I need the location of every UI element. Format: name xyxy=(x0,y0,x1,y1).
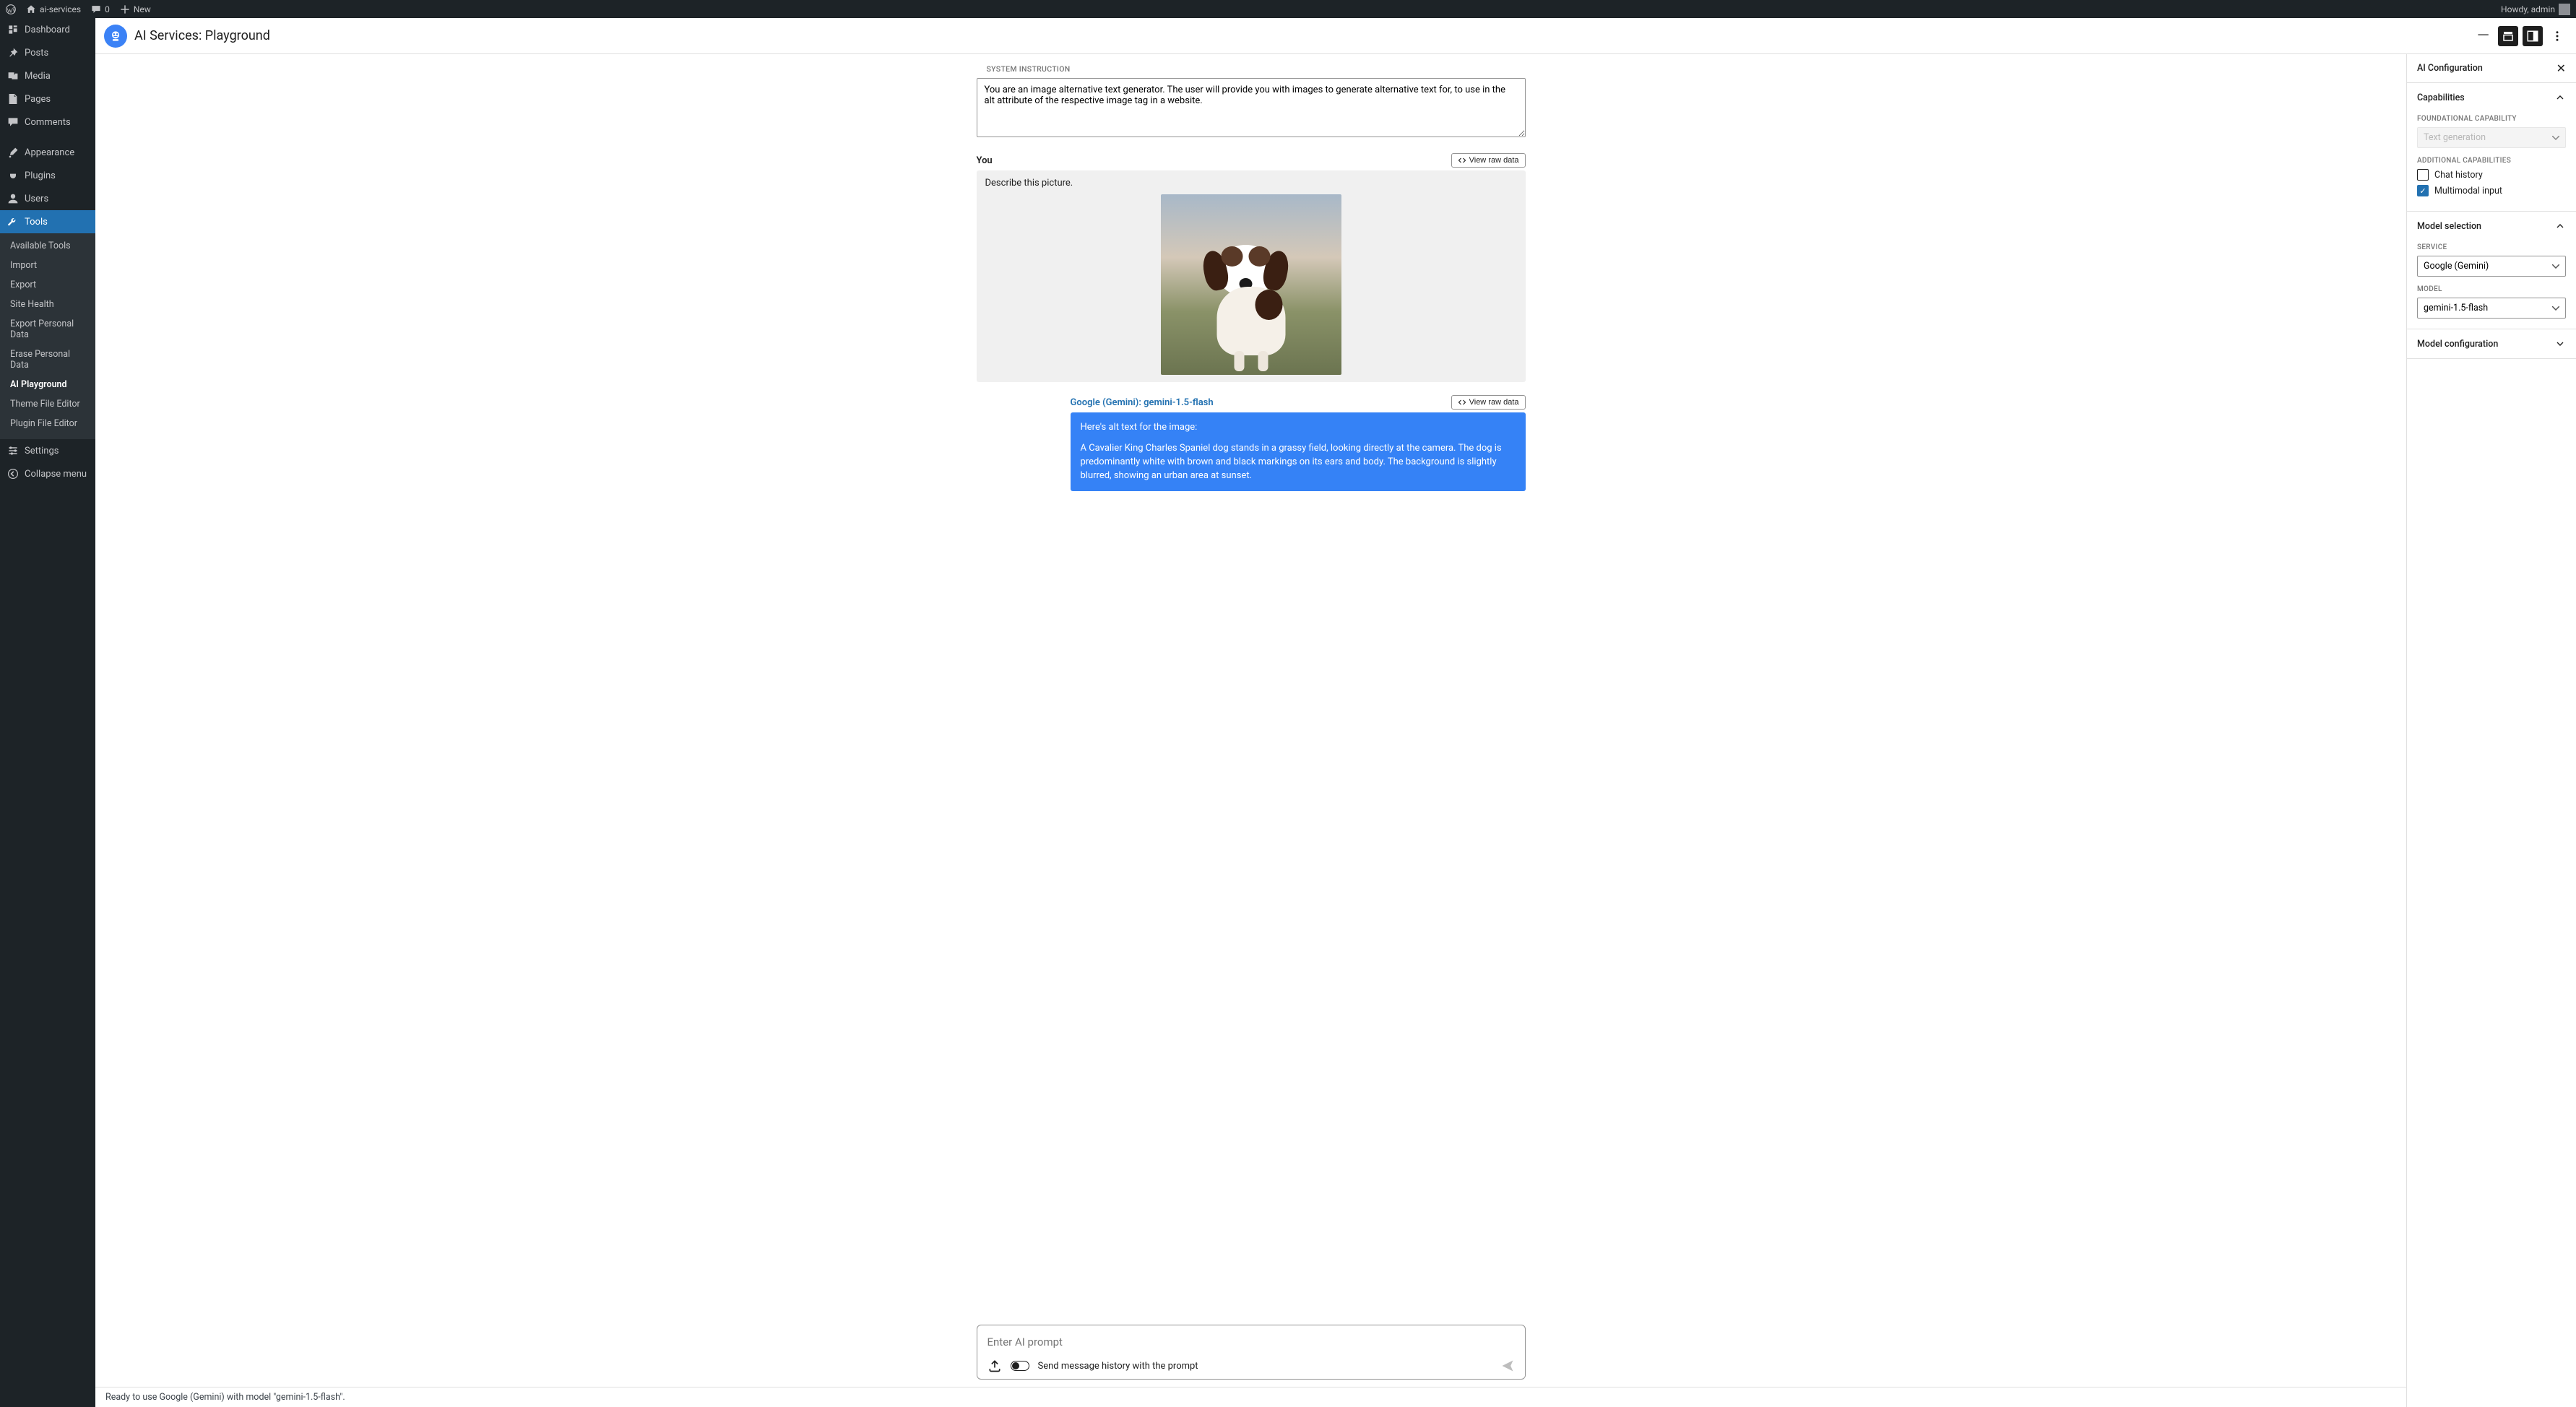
foundational-select: Text generation xyxy=(2417,127,2566,148)
account-link[interactable]: Howdy, admin xyxy=(2501,4,2570,15)
chat-history-checkbox[interactable] xyxy=(2417,169,2429,181)
multimodal-label: Multimodal input xyxy=(2434,186,2502,196)
model-para-2: A Cavalier King Charles Spaniel dog stan… xyxy=(1081,442,1516,483)
ai-services-logo-icon xyxy=(104,25,127,48)
system-instruction-label: SYSTEM INSTRUCTION xyxy=(987,64,1526,74)
minimize-button[interactable]: — xyxy=(2473,27,2494,45)
admin-sidebar: DashboardPostsMediaPagesComments Appearan… xyxy=(0,18,95,1407)
multimodal-checkbox[interactable] xyxy=(2417,185,2429,196)
wrench-icon xyxy=(7,216,19,228)
dash-icon xyxy=(7,24,19,35)
menu-tools[interactable]: Tools xyxy=(0,210,95,233)
menu-plugins[interactable]: Plugins xyxy=(0,164,95,187)
menu-users[interactable]: Users xyxy=(0,187,95,210)
avatar-icon xyxy=(2559,4,2570,15)
menu-collapse-menu[interactable]: Collapse menu xyxy=(0,462,95,485)
menu-posts[interactable]: Posts xyxy=(0,41,95,64)
submenu-theme-file-editor[interactable]: Theme File Editor xyxy=(0,394,95,414)
submenu-export[interactable]: Export xyxy=(0,275,95,295)
new-link[interactable]: New xyxy=(120,4,151,14)
view-raw-user-button[interactable]: View raw data xyxy=(1451,153,1526,168)
system-instruction-input[interactable] xyxy=(977,78,1526,137)
user-author: You xyxy=(977,155,993,166)
collapse-icon xyxy=(7,468,19,480)
service-label: SERVICE xyxy=(2417,243,2566,251)
submenu-erase-personal-data[interactable]: Erase Personal Data xyxy=(0,345,95,375)
config-panel: AI Configuration ✕ Capabilities FOUNDATI… xyxy=(2407,54,2576,1407)
media-icon xyxy=(7,70,19,82)
brush-icon xyxy=(7,147,19,158)
status-bar: Ready to use Google (Gemini) with model … xyxy=(95,1387,2406,1407)
submenu-export-personal-data[interactable]: Export Personal Data xyxy=(0,314,95,345)
config-panel-toggle[interactable] xyxy=(2523,26,2543,46)
history-toggle-label: Send message history with the prompt xyxy=(1038,1361,1492,1372)
send-button[interactable] xyxy=(1500,1359,1515,1373)
upload-button[interactable] xyxy=(987,1359,1002,1373)
tools-submenu: Available ToolsImportExportSite HealthEx… xyxy=(0,233,95,439)
prompt-input[interactable] xyxy=(987,1333,1515,1359)
user-message-text: Describe this picture. xyxy=(985,178,1517,189)
user-message: Describe this picture. xyxy=(977,170,1526,382)
config-panel-title: AI Configuration xyxy=(2417,63,2483,74)
capabilities-section-toggle[interactable]: Capabilities xyxy=(2407,83,2576,112)
menu-pages[interactable]: Pages xyxy=(0,87,95,111)
submenu-ai-playground[interactable]: AI Playground xyxy=(0,375,95,394)
more-menu-button[interactable] xyxy=(2547,26,2567,46)
page-icon xyxy=(7,93,19,105)
site-link[interactable]: ai-services xyxy=(26,4,81,14)
model-selection-toggle[interactable]: Model selection xyxy=(2407,212,2576,241)
service-select[interactable]: Google (Gemini) xyxy=(2417,256,2566,277)
user-uploaded-image xyxy=(1161,194,1341,375)
submenu-site-health[interactable]: Site Health xyxy=(0,295,95,314)
chevron-up-icon xyxy=(2554,92,2566,103)
wp-logo[interactable] xyxy=(6,4,16,14)
additional-label: ADDITIONAL CAPABILITIES xyxy=(2417,157,2566,165)
view-raw-model-button[interactable]: View raw data xyxy=(1451,395,1526,410)
model-select[interactable]: gemini-1.5-flash xyxy=(2417,298,2566,319)
comments-link[interactable]: 0 xyxy=(91,4,110,14)
menu-media[interactable]: Media xyxy=(0,64,95,87)
system-instruction-toggle[interactable] xyxy=(2498,26,2518,46)
menu-comments[interactable]: Comments xyxy=(0,111,95,134)
submenu-plugin-file-editor[interactable]: Plugin File Editor xyxy=(0,414,95,433)
sliders-icon xyxy=(7,445,19,456)
history-toggle[interactable] xyxy=(1011,1361,1029,1371)
pin-icon xyxy=(7,47,19,59)
prompt-box: Send message history with the prompt xyxy=(977,1325,1526,1380)
menu-settings[interactable]: Settings xyxy=(0,439,95,462)
user-icon xyxy=(7,193,19,204)
submenu-import[interactable]: Import xyxy=(0,256,95,275)
submenu-available-tools[interactable]: Available Tools xyxy=(0,236,95,256)
model-para-1: Here's alt text for the image: xyxy=(1081,421,1516,435)
comment-icon xyxy=(7,116,19,128)
model-configuration-toggle[interactable]: Model configuration xyxy=(2407,329,2576,358)
menu-dashboard[interactable]: Dashboard xyxy=(0,18,95,41)
plug-icon xyxy=(7,170,19,181)
page-header: AI Services: Playground — xyxy=(95,18,2576,54)
model-message: Here's alt text for the image: A Cavalie… xyxy=(1071,412,1526,491)
chevron-down-icon xyxy=(2554,338,2566,350)
chevron-up-icon xyxy=(2554,220,2566,232)
menu-appearance[interactable]: Appearance xyxy=(0,141,95,164)
model-label: MODEL xyxy=(2417,285,2566,293)
foundational-label: FOUNDATIONAL CAPABILITY xyxy=(2417,115,2566,123)
model-author: Google (Gemini): gemini-1.5-flash xyxy=(1071,397,1214,408)
page-title: AI Services: Playground xyxy=(134,28,2465,43)
wp-admin-bar: ai-services 0 New Howdy, admin xyxy=(0,0,2576,18)
close-config-button[interactable]: ✕ xyxy=(2556,61,2566,75)
chat-history-label: Chat history xyxy=(2434,170,2483,181)
